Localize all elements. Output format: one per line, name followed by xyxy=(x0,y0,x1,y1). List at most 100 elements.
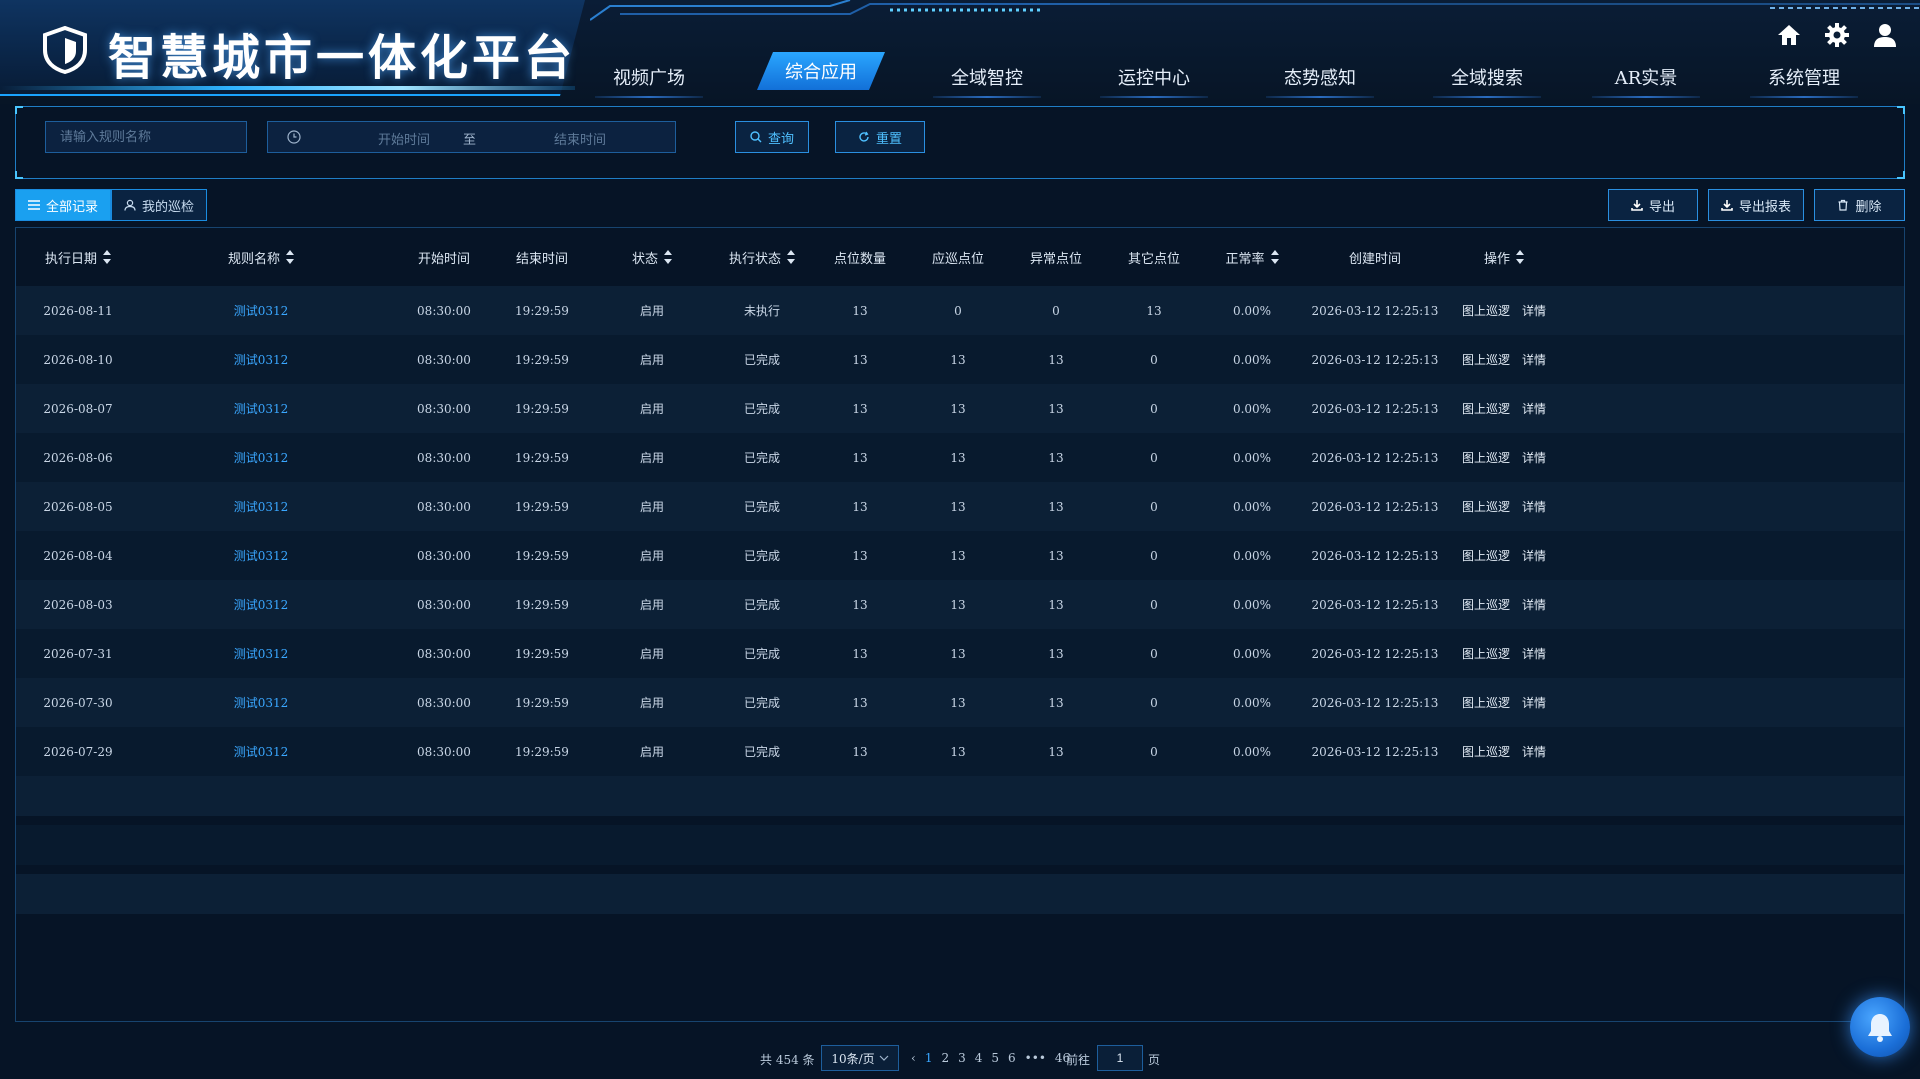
table-row: 2026-07-31 测试0312 08:30:00 19:29:59 启用 已完成 13 1… xyxy=(16,629,1904,678)
map-patrol-button[interactable]: 图上巡逻 xyxy=(1462,596,1510,613)
map-patrol-button[interactable]: 图上巡逻 xyxy=(1462,302,1510,319)
cell-actions: 图上巡逻 详情 xyxy=(1434,433,1574,482)
map-patrol-button[interactable]: 图上巡逻 xyxy=(1462,743,1510,760)
details-button[interactable]: 详情 xyxy=(1522,694,1546,711)
cell-actions: 图上巡逻 详情 xyxy=(1434,727,1574,776)
details-button[interactable]: 详情 xyxy=(1522,547,1546,564)
sort-icon[interactable] xyxy=(1516,250,1524,264)
cell-exec-status: 已完成 xyxy=(743,696,780,710)
gear-icon[interactable] xyxy=(1824,22,1850,48)
cell-rule-name[interactable]: 测试0312 xyxy=(161,678,361,727)
sort-icon[interactable] xyxy=(286,250,294,264)
total-count: 共 454 条 xyxy=(760,1053,815,1067)
column-header-exec-status[interactable]: 执行状态 xyxy=(707,228,817,286)
page-number[interactable]: 5 xyxy=(991,1051,999,1065)
cell-abnormal-points: 13 xyxy=(1048,548,1064,563)
column-label: 应巡点位 xyxy=(931,251,984,267)
column-header-exec-date[interactable]: 执行日期 xyxy=(16,228,148,286)
details-button[interactable]: 详情 xyxy=(1522,351,1546,368)
delete-button[interactable]: 删除 xyxy=(1814,189,1905,221)
records-table: 执行日期 规则名称 开始时间 结束时间 状态 执行状态 点位数量 应巡点位 异常点位 其它点位 正常… xyxy=(15,227,1905,1022)
map-patrol-button[interactable]: 图上巡逻 xyxy=(1462,351,1510,368)
prev-page-icon[interactable]: ‹ xyxy=(911,1051,916,1065)
tab-label: 我的巡检 xyxy=(142,199,195,215)
page-ellipsis[interactable]: ••• xyxy=(1025,1051,1046,1065)
details-button[interactable]: 详情 xyxy=(1522,596,1546,613)
cell-rule-name[interactable]: 测试0312 xyxy=(161,727,361,776)
nav-item-global-search[interactable]: 全域搜索 xyxy=(1433,56,1541,98)
start-time-field[interactable]: 开始时间 xyxy=(354,129,454,148)
tab-all-records[interactable]: 全部记录 xyxy=(15,189,112,221)
cell-rule-name[interactable]: 测试0312 xyxy=(161,335,361,384)
nav-item-global-control[interactable]: 全域智控 xyxy=(933,56,1041,98)
nav-item-ar-scene[interactable]: AR实景 xyxy=(1592,56,1700,98)
header: 智慧城市一体化平台 视频广场 综合应用 全域智控 运控中心 态势感知 全域搜索 … xyxy=(0,0,1920,104)
column-header-rule-name[interactable]: 规则名称 xyxy=(161,228,361,286)
map-patrol-button[interactable]: 图上巡逻 xyxy=(1462,449,1510,466)
cell-exec-date: 2026-07-31 xyxy=(43,646,113,661)
date-range-picker[interactable]: 开始时间 至 结束时间 xyxy=(267,121,676,153)
page-number[interactable]: 2 xyxy=(941,1051,949,1065)
cell-rule-name[interactable]: 测试0312 xyxy=(161,384,361,433)
cell-other-points: 13 xyxy=(1146,303,1162,318)
notification-bell-button[interactable] xyxy=(1850,997,1910,1057)
nav-item-ops-center[interactable]: 运控中心 xyxy=(1100,56,1208,98)
tab-label: 全部记录 xyxy=(46,199,99,215)
details-button[interactable]: 详情 xyxy=(1522,449,1546,466)
export-button[interactable]: 导出 xyxy=(1608,189,1698,221)
page-number[interactable]: 3 xyxy=(958,1051,966,1065)
cell-rule-name[interactable]: 测试0312 xyxy=(161,531,361,580)
map-patrol-button[interactable]: 图上巡逻 xyxy=(1462,547,1510,564)
details-button[interactable]: 详情 xyxy=(1522,302,1546,319)
cell-actions: 图上巡逻 详情 xyxy=(1434,678,1574,727)
cell-rule-name[interactable]: 测试0312 xyxy=(161,482,361,531)
map-patrol-button[interactable]: 图上巡逻 xyxy=(1462,694,1510,711)
map-patrol-button[interactable]: 图上巡逻 xyxy=(1462,645,1510,662)
export-report-label: 导出报表 xyxy=(1738,199,1791,215)
sort-icon[interactable] xyxy=(787,250,795,264)
user-icon[interactable] xyxy=(1872,22,1898,48)
column-header-actions[interactable]: 操作 xyxy=(1434,228,1574,286)
cell-required-points: 13 xyxy=(950,401,966,416)
cell-required-points: 13 xyxy=(950,499,966,514)
end-time-field[interactable]: 结束时间 xyxy=(530,129,630,148)
nav-item-integrated-apps[interactable]: 综合应用 xyxy=(757,52,885,90)
details-button[interactable]: 详情 xyxy=(1522,645,1546,662)
cell-end-time: 19:29:59 xyxy=(515,695,569,710)
cell-rule-name[interactable]: 测试0312 xyxy=(161,629,361,678)
nav-item-video-square[interactable]: 视频广场 xyxy=(595,56,703,98)
cell-abnormal-points: 13 xyxy=(1048,401,1064,416)
user-icon xyxy=(124,199,136,211)
cell-start-time: 08:30:00 xyxy=(417,303,471,318)
tab-my-inspections[interactable]: 我的巡检 xyxy=(111,189,208,221)
map-patrol-button[interactable]: 图上巡逻 xyxy=(1462,498,1510,515)
nav-label: AR实景 xyxy=(1614,68,1678,89)
details-button[interactable]: 详情 xyxy=(1522,743,1546,760)
details-button[interactable]: 详情 xyxy=(1522,400,1546,417)
nav-item-system-management[interactable]: 系统管理 xyxy=(1750,56,1858,98)
cell-rule-name[interactable]: 测试0312 xyxy=(161,286,361,335)
details-button[interactable]: 详情 xyxy=(1522,498,1546,515)
panel-corner xyxy=(1897,106,1905,114)
page-number[interactable]: 4 xyxy=(975,1051,983,1065)
cell-actions: 图上巡逻 详情 xyxy=(1434,580,1574,629)
column-header-status[interactable]: 状态 xyxy=(602,228,702,286)
sort-icon[interactable] xyxy=(1270,250,1279,264)
sort-icon[interactable] xyxy=(664,250,672,264)
nav-item-situation-awareness[interactable]: 态势感知 xyxy=(1266,56,1374,98)
column-label: 规则名称 xyxy=(227,251,280,267)
reset-button[interactable]: 重置 xyxy=(835,121,925,153)
cell-rule-name[interactable]: 测试0312 xyxy=(161,433,361,482)
rule-name-input[interactable] xyxy=(45,121,247,153)
page-number[interactable]: 1 xyxy=(925,1051,933,1065)
page-size-select[interactable]: 10条/页 xyxy=(821,1045,899,1071)
query-button[interactable]: 查询 xyxy=(735,121,809,153)
page-number[interactable]: 6 xyxy=(1008,1051,1016,1065)
sort-icon[interactable] xyxy=(103,250,111,264)
export-report-button[interactable]: 导出报表 xyxy=(1708,189,1804,221)
map-patrol-button[interactable]: 图上巡逻 xyxy=(1462,400,1510,417)
goto-page-input[interactable] xyxy=(1097,1045,1143,1071)
cell-rule-name[interactable]: 测试0312 xyxy=(161,580,361,629)
cell-exec-status: 已完成 xyxy=(743,451,780,465)
home-icon[interactable] xyxy=(1776,22,1802,48)
